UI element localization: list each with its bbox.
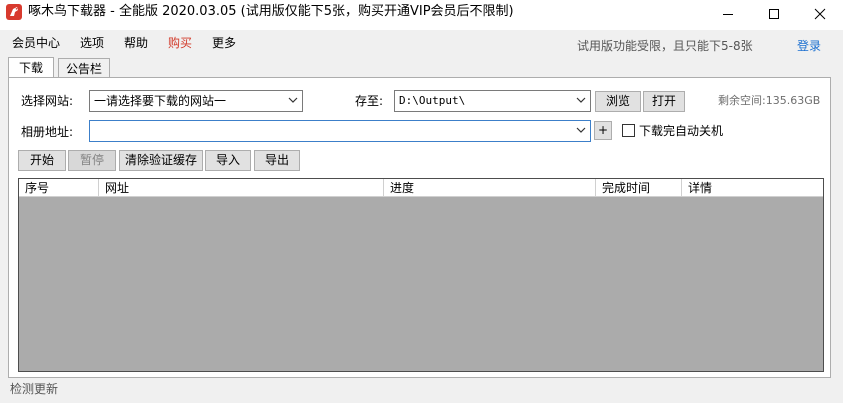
login-link[interactable]: 登录 [797,37,821,54]
column-header-progress[interactable]: 进度 [384,179,596,197]
site-select-value: 一请选择要下载的网站一 [94,94,227,108]
chevron-down-icon [576,97,586,103]
add-url-button[interactable]: + [594,121,612,140]
site-label: 选择网站: [21,94,74,108]
export-button[interactable]: 导出 [254,150,300,171]
menu-options[interactable]: 选项 [80,35,104,51]
download-panel: 选择网站: 一请选择要下载的网站一 存至: D:\Output\ 浏览 打开 剩… [8,77,831,378]
maximize-button[interactable] [751,0,797,30]
save-path-value: D:\Output\ [399,94,466,107]
title-bar: 啄木鸟下载器 - 全能版 2020.03.05 (试用版仅能下5张，购买开通VI… [0,0,843,30]
chevron-down-icon [288,97,298,103]
download-table[interactable]: 序号 网址 进度 完成时间 详情 [18,178,824,372]
pause-button[interactable]: 暂停 [68,150,116,171]
save-to-label: 存至: [355,94,384,108]
start-button[interactable]: 开始 [18,150,66,171]
trial-limit-note: 试用版功能受限，且只能下5-8张 [577,39,753,53]
column-header-url[interactable]: 网址 [99,179,384,197]
album-url-input[interactable] [89,120,591,142]
import-button[interactable]: 导入 [205,150,251,171]
auto-shutdown-label: 下载完自动关机 [639,124,724,138]
menu-member-center[interactable]: 会员中心 [12,35,60,51]
clear-captcha-cache-button[interactable]: 清除验证缓存 [119,150,203,171]
auto-shutdown-checkbox[interactable] [622,124,635,137]
browse-button[interactable]: 浏览 [595,91,641,112]
window-title: 啄木鸟下载器 - 全能版 2020.03.05 (试用版仅能下5张，购买开通VI… [28,4,514,19]
menu-more[interactable]: 更多 [212,35,236,51]
status-bar-text[interactable]: 检测更新 [10,381,58,397]
menu-buy[interactable]: 购买 [168,35,192,51]
close-button[interactable] [797,0,843,30]
tab-announcements[interactable]: 公告栏 [58,58,110,78]
save-path-select[interactable]: D:\Output\ [394,90,591,112]
album-url-label: 相册地址: [21,125,74,139]
minimize-button[interactable] [705,0,751,30]
table-header: 序号 网址 进度 完成时间 详情 [19,179,823,197]
open-folder-button[interactable]: 打开 [643,91,685,112]
column-header-index[interactable]: 序号 [19,179,99,197]
chevron-down-icon [576,127,586,133]
woodpecker-app-icon [6,4,22,20]
column-header-details[interactable]: 详情 [682,179,823,197]
menu-help[interactable]: 帮助 [124,35,148,51]
column-header-finish-time[interactable]: 完成时间 [596,179,682,197]
tab-download[interactable]: 下载 [8,57,54,78]
site-select[interactable]: 一请选择要下载的网站一 [89,90,303,112]
free-space-text: 剩余空间:135.63GB [718,94,821,107]
